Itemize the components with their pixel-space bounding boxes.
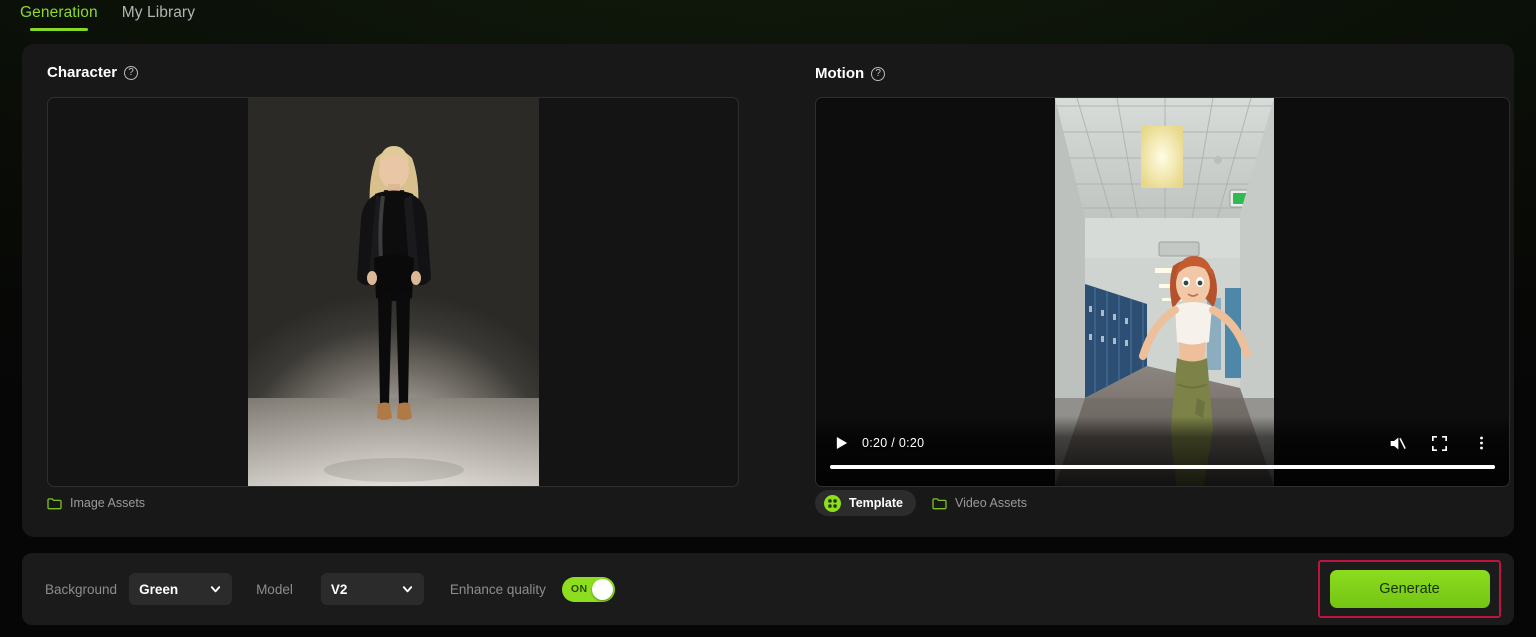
folder-icon [932, 497, 947, 509]
character-image [248, 98, 539, 486]
tab-my-library-label: My Library [121, 4, 196, 21]
app-root: Generation My Library Character ? Image … [0, 0, 1536, 637]
template-grid-icon [824, 494, 841, 512]
tab-generation[interactable]: Generation [18, 0, 100, 31]
main-panel: Character ? Image Assets Motion ? 0:20 /… [22, 44, 1514, 537]
top-tab-bar: Generation My Library [0, 0, 1536, 32]
motion-title-text: Motion [815, 65, 865, 82]
play-icon[interactable] [831, 432, 853, 454]
generate-button[interactable]: Generate [1329, 570, 1490, 608]
model-select[interactable]: V2 [320, 573, 424, 605]
enhance-quality-label: Enhance quality [449, 581, 546, 597]
motion-source-buttons: Template Video Assets [815, 490, 1027, 516]
question-circle-icon[interactable]: ? [871, 66, 886, 81]
template-button[interactable]: Template [815, 490, 916, 516]
tab-generation-label: Generation [20, 4, 98, 21]
video-controls: 0:20 / 0:20 [816, 416, 1509, 486]
template-label: Template [849, 496, 903, 510]
character-title-text: Character [47, 64, 118, 81]
video-progress-bar[interactable] [830, 465, 1495, 469]
toggle-state-label: ON [570, 583, 588, 595]
tab-active-underline [30, 28, 88, 31]
model-label: Model [256, 581, 293, 597]
folder-icon [47, 497, 62, 509]
tab-my-library[interactable]: My Library [120, 0, 197, 30]
background-label: Background [45, 581, 118, 597]
volume-muted-icon[interactable] [1384, 431, 1410, 455]
toggle-knob [591, 578, 613, 600]
question-circle-icon[interactable]: ? [124, 65, 139, 80]
bottom-toolbar: Background Green Model V2 Enhance qualit… [22, 553, 1514, 625]
chevron-down-icon [210, 586, 221, 593]
character-section-title: Character ? [47, 64, 139, 81]
background-select[interactable]: Green [129, 573, 233, 605]
video-control-row: 0:20 / 0:20 [831, 430, 1494, 456]
model-value: V2 [330, 581, 348, 597]
fullscreen-icon[interactable] [1426, 431, 1452, 455]
video-assets-label: Video Assets [954, 496, 1027, 510]
character-figure-illustration [248, 146, 539, 486]
generate-highlight-box: Generate [1318, 560, 1501, 618]
video-progress-fill [830, 465, 1495, 469]
motion-section-title: Motion ? [815, 65, 886, 82]
chevron-down-icon [402, 586, 412, 593]
character-column: Character ? Image Assets [22, 44, 770, 537]
toolbar-controls: Background Green Model V2 Enhance qualit… [45, 553, 615, 625]
enhance-quality-toggle[interactable]: ON [561, 576, 615, 602]
image-assets-label: Image Assets [70, 496, 146, 510]
kebab-menu-icon[interactable] [1468, 431, 1494, 455]
video-assets-button[interactable]: Video Assets [932, 496, 1027, 510]
character-preview-box[interactable] [47, 97, 739, 487]
motion-column: Motion ? 0:20 / 0:20 Template Video Asse… [770, 44, 1514, 537]
video-time-display: 0:20 / 0:20 [862, 436, 925, 450]
background-value: Green [139, 581, 179, 597]
motion-video-box[interactable]: 0:20 / 0:20 [815, 97, 1510, 487]
image-assets-button[interactable]: Image Assets [47, 496, 145, 510]
